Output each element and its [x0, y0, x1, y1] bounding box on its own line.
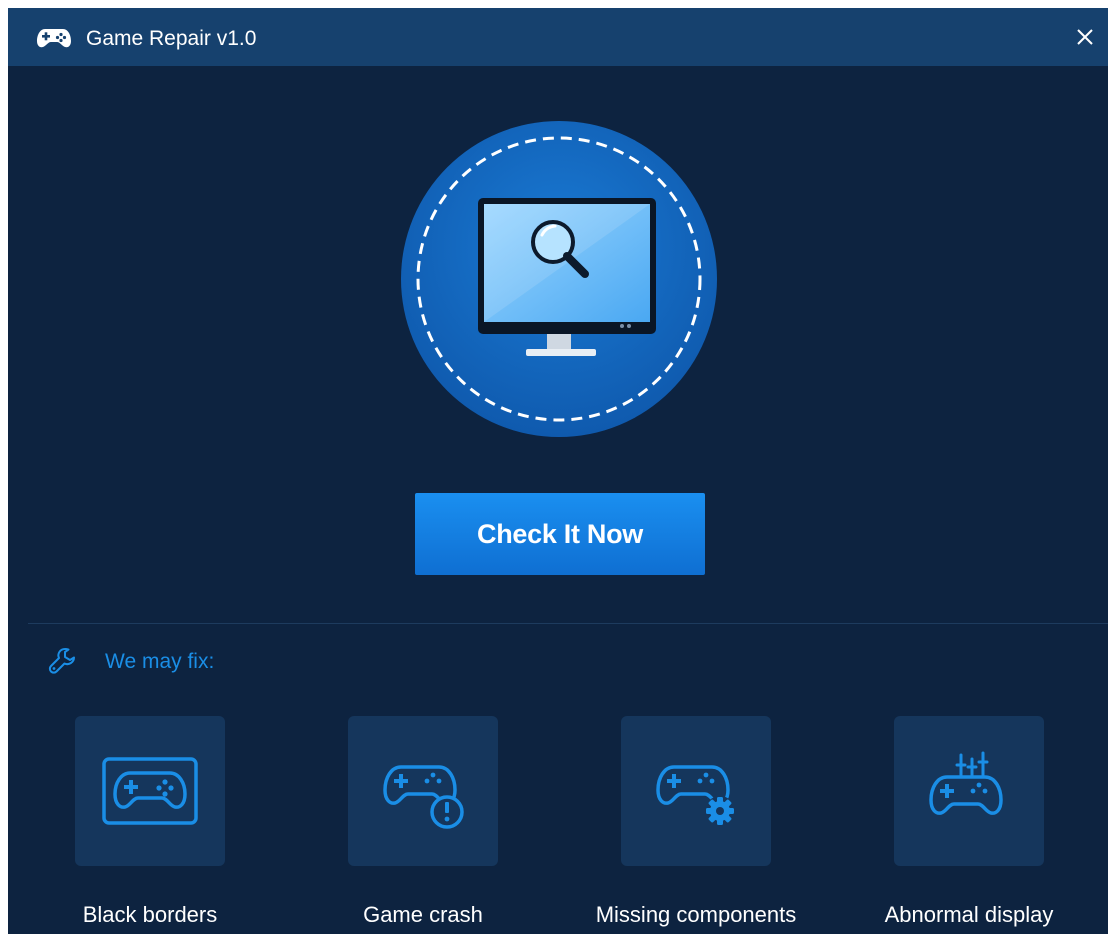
gamepad-icon: [37, 29, 71, 48]
fix-item-label: Missing components: [595, 902, 797, 927]
fix-item-label: Game crash: [363, 902, 483, 927]
fix-section-title: We may fix:: [105, 650, 215, 673]
wrench-icon: [48, 648, 75, 674]
gamepad-crash-icon: [383, 765, 464, 829]
fix-tile-game-crash[interactable]: [348, 716, 498, 866]
gamepad-abnormal-display-icon: [929, 751, 1003, 815]
monitor-search-icon: [401, 121, 717, 437]
game-repair-window: Game Repair v1.0 Check It Now We may fix…: [8, 8, 1108, 934]
fix-item-label: Abnormal display: [884, 902, 1054, 927]
fix-tile-missing-components[interactable]: [621, 716, 771, 866]
fix-item-label: Black borders: [82, 902, 218, 927]
window-title: Game Repair v1.0: [86, 27, 257, 50]
gamepad-black-borders-icon: [102, 757, 198, 825]
gamepad-missing-components-icon: [656, 765, 735, 826]
check-it-now-button[interactable]: Check It Now: [415, 493, 705, 575]
title-bar[interactable]: Game Repair v1.0: [8, 8, 1108, 66]
fix-tile-abnormal-display[interactable]: [894, 716, 1044, 866]
fix-tile-black-borders[interactable]: [75, 716, 225, 866]
section-divider: [28, 623, 1108, 624]
close-icon[interactable]: [1072, 24, 1098, 50]
